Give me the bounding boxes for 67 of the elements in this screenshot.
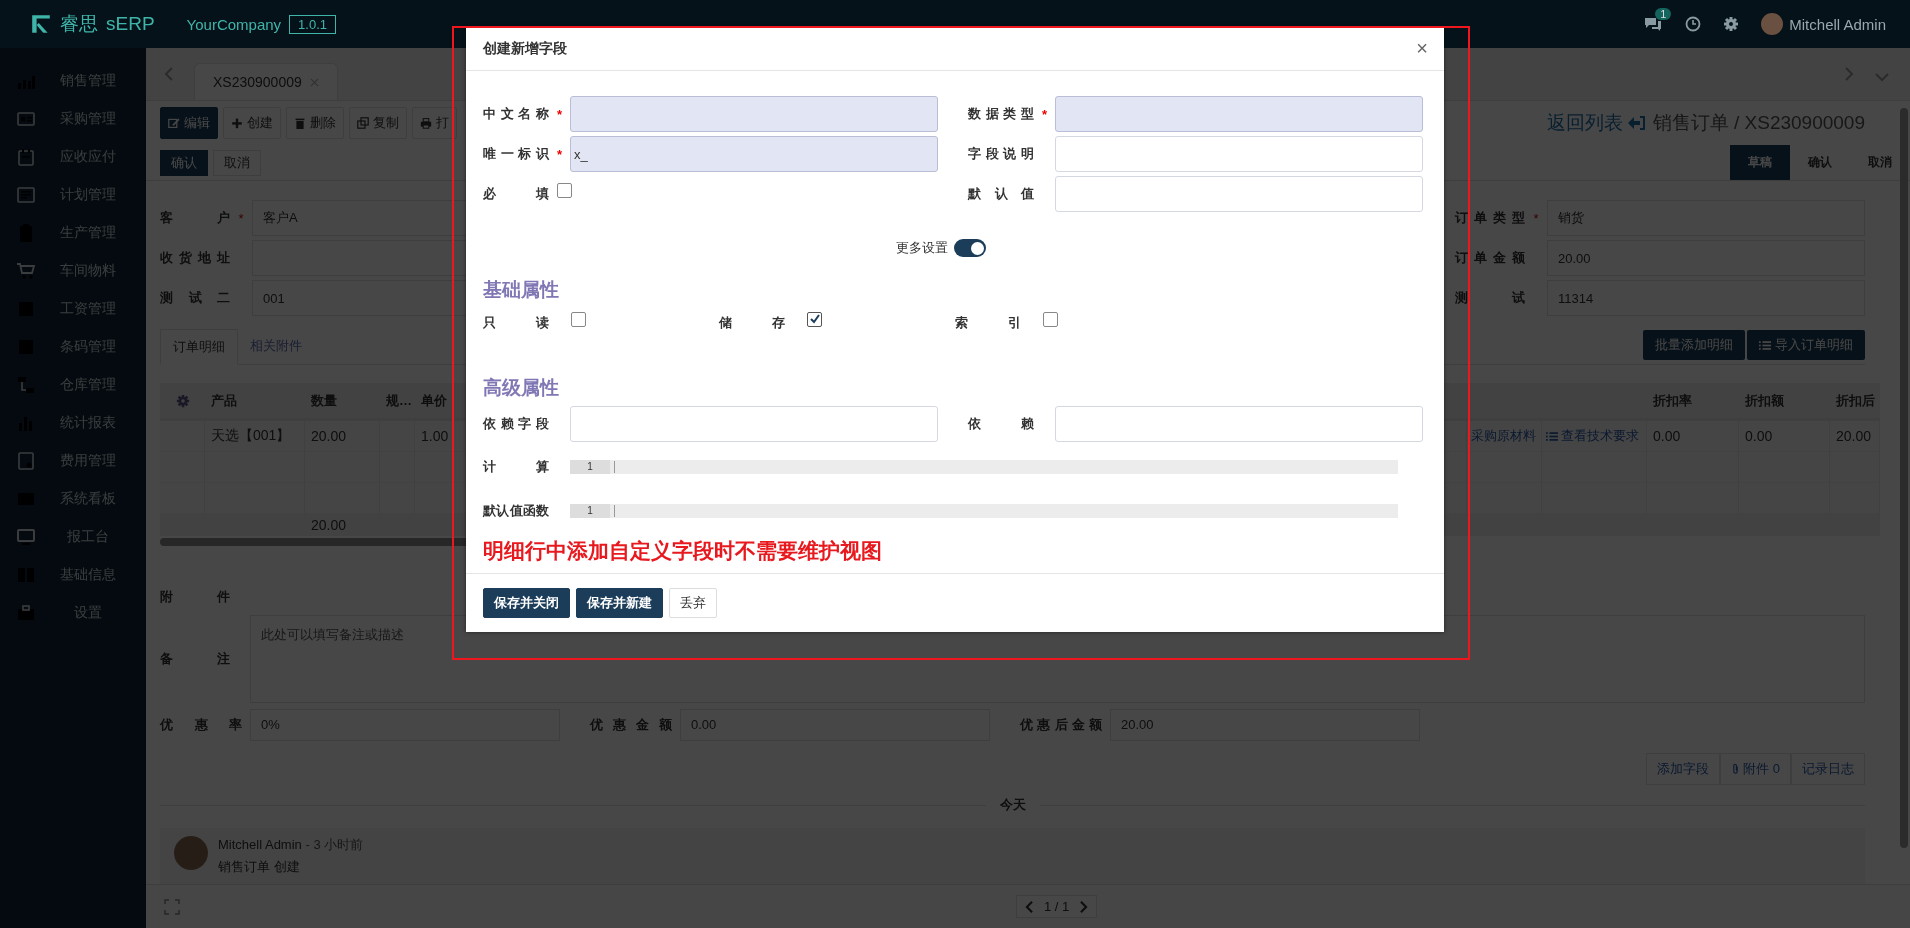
code-editor[interactable]: 1 <box>570 460 1398 474</box>
input-field[interactable] <box>1055 176 1423 212</box>
dialog-title: 创建新增字段 <box>483 39 567 58</box>
field-label: 测试二 <box>160 289 230 307</box>
input-field[interactable] <box>1055 136 1423 172</box>
chat-icon[interactable] <box>1643 16 1664 32</box>
checkbox[interactable] <box>1043 311 1058 327</box>
section-title: 高级属性 <box>483 376 560 400</box>
annotation-text: 明细行中添加自定义字段时不需要维护视图 <box>483 538 883 564</box>
logo-icon <box>30 13 52 35</box>
required-mark: * <box>1533 210 1539 226</box>
dialog-button[interactable]: 保存并关闭 <box>483 588 570 618</box>
input-field[interactable] <box>1055 96 1423 132</box>
toggle-switch[interactable] <box>953 239 986 257</box>
field-label: 优惠后金额 <box>1020 716 1102 734</box>
input-field[interactable] <box>570 406 938 442</box>
field-label: 索引 <box>955 314 1021 332</box>
unread-badge: 1 <box>1655 8 1672 20</box>
field-label: 收货地址 <box>160 249 230 267</box>
field-label: 数据类型 <box>968 105 1034 123</box>
field-label: 储存 <box>719 314 785 332</box>
section-title: 基础属性 <box>483 278 560 302</box>
field-label: 依赖字段 <box>483 415 549 433</box>
field-label: 默认值函数 <box>483 502 549 520</box>
settings-icon[interactable] <box>1723 16 1740 32</box>
user-name[interactable]: Mitchell Admin <box>1789 15 1886 33</box>
dialog-button[interactable]: 保存并新建 <box>576 588 663 618</box>
line-number: 1 <box>570 460 610 474</box>
close-button[interactable]: × <box>1414 37 1430 60</box>
avatar[interactable] <box>1761 13 1784 35</box>
field-label: 客户 <box>160 209 230 227</box>
field-label: 测试 <box>1455 289 1525 307</box>
field-label: 计算 <box>483 458 549 476</box>
required-mark: * <box>556 146 563 162</box>
field-label: 只读 <box>483 314 549 332</box>
pager-value: 1 / 1 <box>1044 899 1070 914</box>
field-label: 优惠金额 <box>590 716 672 734</box>
input-field[interactable]: x_ <box>570 136 938 172</box>
version-badge: 1.0.1 <box>289 14 336 34</box>
input-field[interactable] <box>570 96 938 132</box>
clock-icon[interactable] <box>1685 16 1702 32</box>
field-label: 中文名称 <box>483 105 549 123</box>
field-label: 唯一标识 <box>483 145 549 163</box>
field-label: 优惠率 <box>160 716 242 734</box>
input-field[interactable] <box>1055 406 1423 442</box>
field-label: 字段说明 <box>968 145 1034 163</box>
company-name[interactable]: YourCompany <box>186 15 282 33</box>
field-label: 必填 <box>483 185 549 203</box>
checkbox[interactable] <box>557 182 572 198</box>
required-mark: * <box>1041 106 1048 122</box>
brand-name: 睿思 <box>60 12 98 36</box>
field-label: 订单类型 <box>1455 209 1525 227</box>
field-label: 订单金额 <box>1455 249 1525 267</box>
toggle-label: 更多设置 <box>895 239 948 257</box>
row-link[interactable]: 采购原材料 <box>1471 427 1536 445</box>
product-name: sERP <box>106 13 155 35</box>
required-mark: * <box>556 106 563 122</box>
checkbox[interactable] <box>571 311 586 327</box>
required-mark: * <box>238 210 244 226</box>
field-label: 默认值 <box>968 185 1034 203</box>
dialog-button[interactable]: 丢弃 <box>669 588 717 618</box>
checkbox[interactable] <box>807 311 822 327</box>
field-label: 备注 <box>160 650 230 668</box>
code-editor[interactable]: 1 <box>570 504 1398 518</box>
field-label: 附件 <box>160 587 230 606</box>
field-label: 依赖 <box>968 415 1034 433</box>
line-number: 1 <box>570 504 610 518</box>
